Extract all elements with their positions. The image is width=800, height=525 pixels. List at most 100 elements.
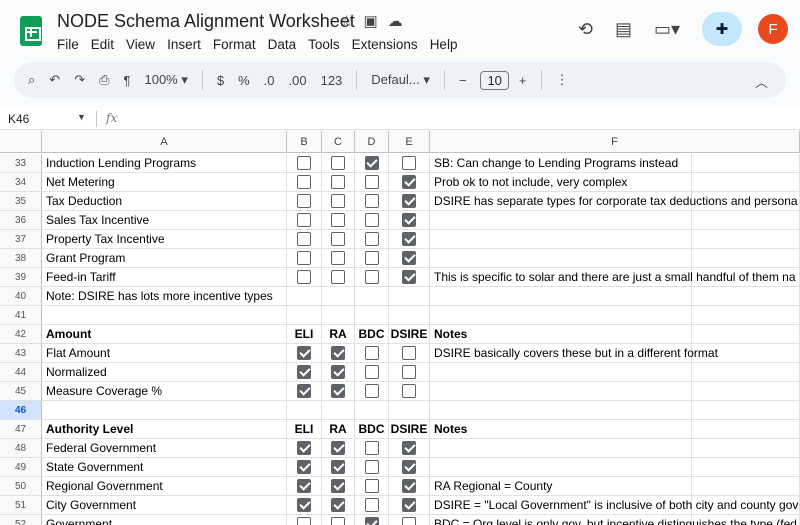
cell-f[interactable] xyxy=(430,382,692,401)
cell-g[interactable] xyxy=(692,287,800,306)
checkbox[interactable] xyxy=(364,194,379,208)
cell-a[interactable]: Grant Program xyxy=(42,249,287,268)
cell-a[interactable]: City Government xyxy=(42,496,287,515)
collapse-toolbar-icon[interactable]: ︿ xyxy=(755,72,768,91)
cell-c[interactable] xyxy=(322,211,355,230)
checkbox[interactable] xyxy=(364,365,379,379)
checkbox[interactable] xyxy=(402,213,416,227)
sheets-logo-icon[interactable] xyxy=(20,16,42,46)
cell-f[interactable] xyxy=(430,439,692,458)
cell-b[interactable] xyxy=(287,477,322,496)
checkbox[interactable] xyxy=(331,251,345,265)
checkbox[interactable] xyxy=(402,365,416,379)
cell-d[interactable] xyxy=(355,363,389,382)
cell-c[interactable]: RA xyxy=(322,420,355,439)
cell-e[interactable] xyxy=(389,268,430,287)
checkbox[interactable] xyxy=(297,479,311,493)
column-header-e[interactable]: E xyxy=(389,131,430,153)
cell-e[interactable]: DSIRE xyxy=(389,325,430,344)
row-header[interactable]: 36 xyxy=(0,211,42,230)
checkbox[interactable] xyxy=(297,156,311,170)
cell-b[interactable] xyxy=(287,515,322,525)
redo-icon[interactable]: ↷ xyxy=(74,72,85,88)
checkbox[interactable] xyxy=(331,365,345,379)
row-header[interactable]: 42 xyxy=(0,325,42,344)
cell-c[interactable] xyxy=(322,382,355,401)
cell-e[interactable] xyxy=(389,496,430,515)
cell-b[interactable] xyxy=(287,268,322,287)
row-header[interactable]: 38 xyxy=(0,249,42,268)
undo-icon[interactable]: ↶ xyxy=(49,72,60,88)
cell-g[interactable] xyxy=(692,420,800,439)
cell-g[interactable] xyxy=(692,211,800,230)
checkbox[interactable] xyxy=(364,479,379,493)
checkbox[interactable] xyxy=(297,517,311,525)
checkbox[interactable] xyxy=(297,346,311,360)
menu-edit[interactable]: Edit xyxy=(91,37,114,52)
cell-c[interactable] xyxy=(322,344,355,363)
cell-c[interactable] xyxy=(322,458,355,477)
font-size-decrease-button[interactable]: − xyxy=(459,73,467,88)
font-select[interactable]: Defaul... ▾ xyxy=(371,72,430,88)
row-header[interactable]: 33 xyxy=(0,154,42,173)
cell-g[interactable] xyxy=(692,477,800,496)
checkbox[interactable] xyxy=(331,479,345,493)
row-header[interactable]: 39 xyxy=(0,268,42,287)
checkbox[interactable] xyxy=(297,251,311,265)
cell-c[interactable] xyxy=(322,363,355,382)
checkbox[interactable] xyxy=(364,270,379,284)
checkbox[interactable] xyxy=(364,251,379,265)
star-icon[interactable]: ☆ xyxy=(340,12,353,30)
menu-tools[interactable]: Tools xyxy=(308,37,340,52)
cell-g[interactable] xyxy=(692,325,800,344)
cell-b[interactable] xyxy=(287,192,322,211)
cell-f[interactable]: Notes xyxy=(430,325,692,344)
checkbox[interactable] xyxy=(402,270,416,284)
cell-d[interactable] xyxy=(355,477,389,496)
cell-d[interactable] xyxy=(355,192,389,211)
checkbox[interactable] xyxy=(402,175,416,189)
cell-b[interactable] xyxy=(287,344,322,363)
cell-e[interactable] xyxy=(389,458,430,477)
cell-g[interactable] xyxy=(692,458,800,477)
cell-e[interactable] xyxy=(389,306,430,325)
cell-f[interactable] xyxy=(430,401,692,420)
cell-a[interactable] xyxy=(42,306,287,325)
row-header[interactable]: 47 xyxy=(0,420,42,439)
cell-d[interactable]: BDC xyxy=(355,325,389,344)
cell-e[interactable] xyxy=(389,154,430,173)
cell-c[interactable] xyxy=(322,306,355,325)
cell-e[interactable] xyxy=(389,344,430,363)
checkbox[interactable] xyxy=(364,498,379,512)
cell-b[interactable]: ELI xyxy=(287,325,322,344)
cell-e[interactable] xyxy=(389,515,430,525)
checkbox[interactable] xyxy=(402,384,416,398)
share-button[interactable]: ✚ xyxy=(702,12,742,46)
cell-f[interactable]: SB: Can change to Lending Programs inste… xyxy=(430,154,692,173)
cell-e[interactable] xyxy=(389,363,430,382)
print-icon[interactable]: ⎙ xyxy=(99,72,109,88)
cell-d[interactable] xyxy=(355,401,389,420)
cell-b[interactable]: ELI xyxy=(287,420,322,439)
row-header[interactable]: 52 xyxy=(0,515,42,525)
cell-a[interactable]: Government xyxy=(42,515,287,525)
history-icon[interactable]: ⟲ xyxy=(578,19,593,40)
cell-b[interactable] xyxy=(287,154,322,173)
checkbox[interactable] xyxy=(331,441,345,455)
cell-a[interactable]: Normalized xyxy=(42,363,287,382)
checkbox[interactable] xyxy=(331,517,345,525)
checkbox[interactable] xyxy=(364,460,379,474)
checkbox[interactable] xyxy=(331,270,345,284)
cell-c[interactable] xyxy=(322,249,355,268)
cell-a[interactable]: Federal Government xyxy=(42,439,287,458)
cell-d[interactable] xyxy=(355,458,389,477)
percent-format-button[interactable]: % xyxy=(238,73,250,88)
cell-f[interactable] xyxy=(430,306,692,325)
cell-d[interactable] xyxy=(355,306,389,325)
column-header-d[interactable]: D xyxy=(355,131,389,153)
cell-d[interactable] xyxy=(355,154,389,173)
column-header-b[interactable]: B xyxy=(287,131,322,153)
search-menus-icon[interactable]: ⌕ xyxy=(28,72,35,88)
cell-a[interactable]: Amount xyxy=(42,325,287,344)
checkbox[interactable] xyxy=(402,194,416,208)
